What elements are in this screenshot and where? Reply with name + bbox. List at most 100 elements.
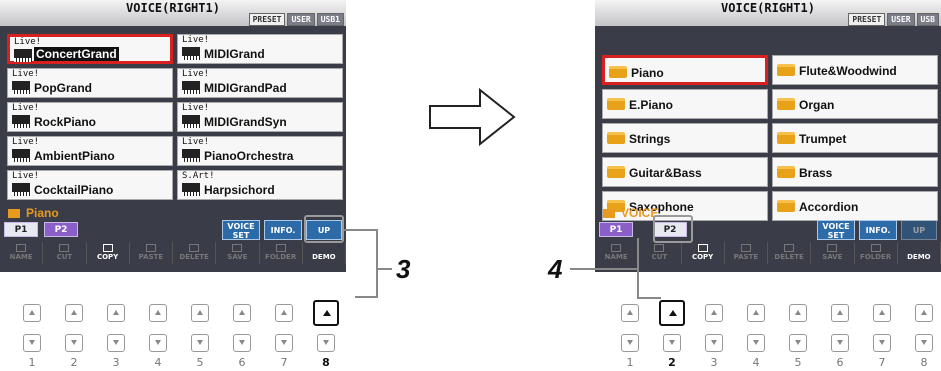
voice-name: PopGrand xyxy=(34,81,93,95)
upper-button-8[interactable] xyxy=(313,300,339,326)
delete-function[interactable]: DELETE xyxy=(173,242,217,264)
category-item[interactable]: Strings xyxy=(602,123,768,153)
upper-button-7[interactable] xyxy=(873,304,891,322)
lower-button-7[interactable] xyxy=(275,334,293,352)
folder-icon xyxy=(777,98,795,110)
cut-function[interactable]: CUT xyxy=(43,242,87,264)
tab-preset[interactable]: PRESET xyxy=(248,13,286,26)
voice-item[interactable]: S.Art! Harpsichord xyxy=(177,170,343,200)
voice-item[interactable]: Live! ConcertGrand xyxy=(7,34,173,64)
category-item[interactable]: Trumpet xyxy=(772,123,938,153)
upper-button-row xyxy=(23,300,359,326)
info-button[interactable]: INFO. xyxy=(264,220,302,240)
lower-button-1[interactable] xyxy=(621,334,639,352)
category-item[interactable]: Accordion xyxy=(772,191,938,221)
voice-name: PianoOrchestra xyxy=(204,149,294,163)
voice-set-button[interactable]: VOICE SET xyxy=(222,220,260,240)
upper-button-6[interactable] xyxy=(233,304,251,322)
upper-button-3[interactable] xyxy=(107,304,125,322)
lower-button-1[interactable] xyxy=(23,334,41,352)
lower-button-row xyxy=(621,334,941,352)
lower-button-row xyxy=(23,334,359,352)
voice-item[interactable]: Live! CocktailPiano xyxy=(7,170,173,200)
voice-item[interactable]: Live! PianoOrchestra xyxy=(177,136,343,166)
upper-button-7[interactable] xyxy=(275,304,293,322)
lower-button-5[interactable] xyxy=(789,334,807,352)
save-function[interactable]: SAVE xyxy=(216,242,260,264)
lower-button-4[interactable] xyxy=(149,334,167,352)
name-icon xyxy=(611,244,622,252)
upper-button-6[interactable] xyxy=(831,304,849,322)
demo-function[interactable]: DEMO xyxy=(303,242,346,264)
delete-function[interactable]: DELETE xyxy=(768,242,812,264)
upper-button-4[interactable] xyxy=(149,304,167,322)
page-button-p1[interactable]: P1 xyxy=(4,222,38,237)
category-item[interactable]: Piano xyxy=(602,55,768,85)
demo-function[interactable]: DEMO xyxy=(898,242,941,264)
button-numbers: 1 2 3 4 5 6 7 8 xyxy=(626,356,928,369)
lower-button-8[interactable] xyxy=(915,334,933,352)
category-item[interactable]: Organ xyxy=(772,89,938,119)
category-item[interactable]: Brass xyxy=(772,157,938,187)
upper-button-1[interactable] xyxy=(23,304,41,322)
upper-button-2[interactable] xyxy=(65,304,83,322)
upper-button-2[interactable] xyxy=(659,300,685,326)
upper-button-5[interactable] xyxy=(789,304,807,322)
title-bar: VOICE(RIGHT1) PRESET USER USB xyxy=(595,0,941,26)
bank-label: VOICE xyxy=(603,206,658,220)
category-item[interactable]: E.Piano xyxy=(602,89,768,119)
lower-button-4[interactable] xyxy=(747,334,765,352)
lower-button-2[interactable] xyxy=(663,334,681,352)
voice-item[interactable]: Live! AmbientPiano xyxy=(7,136,173,166)
voice-item[interactable]: Live! MIDIGrand xyxy=(177,34,343,64)
voice-item[interactable]: Live! PopGrand xyxy=(7,68,173,98)
lower-button-6[interactable] xyxy=(831,334,849,352)
folder-icon xyxy=(777,132,795,144)
cut-function[interactable]: CUT xyxy=(638,242,682,264)
tab-usb[interactable]: USB1 xyxy=(316,13,344,26)
voice-name: Harpsichord xyxy=(204,183,275,197)
paste-function[interactable]: PASTE xyxy=(725,242,768,264)
lower-button-5[interactable] xyxy=(191,334,209,352)
info-button[interactable]: INFO. xyxy=(859,220,897,240)
folder-function[interactable]: FOLDER xyxy=(260,242,303,264)
voice-item[interactable]: Live! MIDIGrandPad xyxy=(177,68,343,98)
lower-button-3[interactable] xyxy=(705,334,723,352)
folder-function[interactable]: FOLDER xyxy=(855,242,898,264)
upper-button-3[interactable] xyxy=(705,304,723,322)
lower-button-2[interactable] xyxy=(65,334,83,352)
voice-item[interactable]: Live! RockPiano xyxy=(7,102,173,132)
voice-select-screen-right: VOICE(RIGHT1) PRESET USER USB Piano Flut… xyxy=(595,0,941,272)
up-button[interactable]: UP xyxy=(901,220,937,240)
copy-function[interactable]: COPY xyxy=(682,242,725,264)
category-item[interactable]: Guitar&Bass xyxy=(602,157,768,187)
upper-button-4[interactable] xyxy=(747,304,765,322)
voice-set-button[interactable]: VOICE SET xyxy=(817,220,855,240)
tab-preset[interactable]: PRESET xyxy=(848,13,886,26)
arrow-right-icon xyxy=(429,88,516,146)
upper-button-1[interactable] xyxy=(621,304,639,322)
voice-name: CocktailPiano xyxy=(34,183,114,197)
copy-function[interactable]: COPY xyxy=(87,242,130,264)
tab-user[interactable]: USER xyxy=(887,13,915,26)
upper-button-5[interactable] xyxy=(191,304,209,322)
paste-function[interactable]: PASTE xyxy=(130,242,173,264)
piano-icon xyxy=(12,81,30,94)
voice-item[interactable]: Live! MIDIGrandSyn xyxy=(177,102,343,132)
page-button-p2[interactable]: P2 xyxy=(44,222,78,237)
name-function[interactable]: NAME xyxy=(595,242,639,264)
category-item[interactable]: Flute&Woodwind xyxy=(772,55,938,85)
voice-tag: Live! xyxy=(182,35,210,45)
name-function[interactable]: NAME xyxy=(0,242,44,264)
lower-button-8[interactable] xyxy=(317,334,335,352)
lower-button-3[interactable] xyxy=(107,334,125,352)
page-button-p1[interactable]: P1 xyxy=(599,222,633,237)
tab-usb[interactable]: USB xyxy=(916,13,939,26)
lower-button-6[interactable] xyxy=(233,334,251,352)
voice-tag: Live! xyxy=(12,137,40,147)
tab-user[interactable]: USER xyxy=(287,13,315,26)
save-function[interactable]: SAVE xyxy=(811,242,855,264)
upper-button-8[interactable] xyxy=(915,304,933,322)
lower-button-7[interactable] xyxy=(873,334,891,352)
voice-tag: Live! xyxy=(14,37,42,47)
